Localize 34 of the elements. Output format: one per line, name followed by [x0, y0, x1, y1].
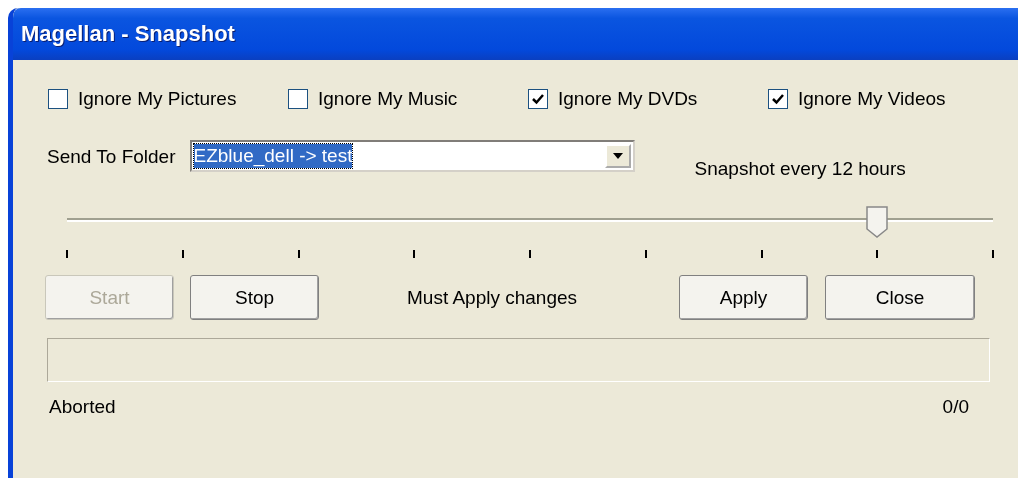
caret-icon [612, 153, 623, 159]
action-button[interactable]: Apply [679, 275, 809, 320]
checkbox-label: Ignore My Pictures [78, 88, 237, 110]
tick-mark [876, 250, 879, 258]
tick-mark [529, 250, 531, 258]
checkbox-label: Ignore My Videos [798, 88, 946, 110]
status-text: Aborted [49, 396, 116, 418]
progress-count: 0/0 [942, 396, 969, 418]
checkbox[interactable] [768, 89, 788, 109]
tick-mark [644, 250, 647, 258]
slider-thumb[interactable] [866, 206, 889, 238]
checkbox-label: Ignore My DVDs [558, 88, 698, 110]
tick-mark [413, 250, 416, 258]
field-label: Send To Folder [47, 146, 176, 168]
window-title: Magellan - Snapshot [21, 21, 235, 47]
dropdown-button[interactable] [604, 144, 631, 168]
tick-mark [66, 250, 68, 258]
checkbox[interactable] [288, 89, 308, 109]
checkmark-icon [532, 93, 544, 105]
tick-mark [181, 250, 184, 258]
checkbox[interactable] [48, 89, 68, 109]
interval-slider[interactable] [67, 206, 993, 260]
dropdown-value: EZblue_dell -> test [193, 144, 353, 168]
checkbox-label: Ignore My Music [318, 88, 458, 110]
action-button[interactable]: Stop [190, 275, 319, 320]
interval-label: Snapshot every 12 hours [694, 158, 906, 180]
action-button[interactable]: Close [825, 275, 976, 320]
tick-mark [297, 250, 300, 258]
checkmark-icon [772, 93, 784, 105]
status-message: Must Apply changes [407, 286, 578, 309]
tick-mark [992, 250, 994, 258]
checkbox[interactable] [528, 89, 548, 109]
folder-dropdown[interactable]: EZblue_dell -> test [189, 140, 635, 172]
tick-mark [760, 250, 763, 258]
